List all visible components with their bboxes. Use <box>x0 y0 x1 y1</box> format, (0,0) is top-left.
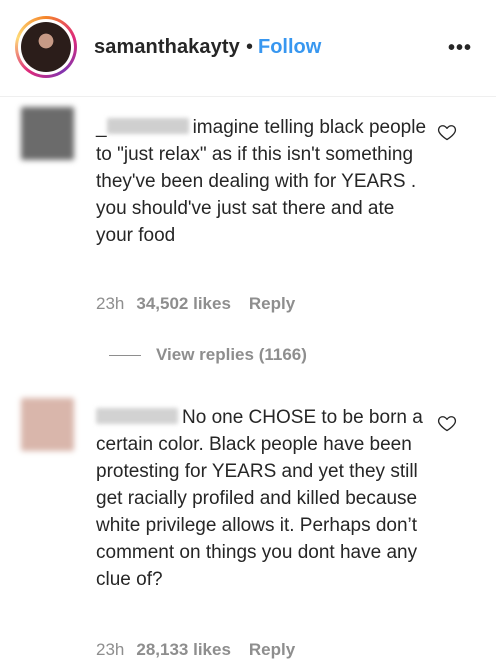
heart-icon[interactable] <box>437 122 457 142</box>
blurred-commenter-name[interactable] <box>96 408 178 424</box>
profile-avatar[interactable] <box>15 16 77 78</box>
commenter-avatar[interactable] <box>21 398 74 451</box>
heart-icon[interactable] <box>437 413 457 433</box>
view-replies-label[interactable]: View replies (1166) <box>156 345 307 365</box>
reply-button[interactable]: Reply <box>249 640 295 659</box>
follow-button[interactable]: Follow <box>258 36 321 59</box>
comment-likes[interactable]: 34,502 likes <box>136 294 231 313</box>
comment-body: No one CHOSE to be born a certain color.… <box>96 407 423 590</box>
post-header: samanthakayty • Follow ••• <box>0 0 496 97</box>
view-replies-divider <box>109 355 141 356</box>
comment-text: No one CHOSE to be born a certain color.… <box>96 404 426 593</box>
avatar-photo <box>21 22 71 72</box>
avatar-border <box>18 19 74 75</box>
comment-meta: 23h 28,133 likes Reply <box>96 640 295 660</box>
comment-body: imagine telling black people to "just re… <box>96 117 427 246</box>
commenter-avatar[interactable] <box>21 107 74 160</box>
comment-time[interactable]: 23h <box>96 294 124 313</box>
separator-dot: • <box>246 36 254 58</box>
username-link[interactable]: samanthakayty <box>94 36 240 59</box>
more-horizontal-icon[interactable]: ••• <box>448 38 474 58</box>
comment-time[interactable]: 23h <box>96 640 124 659</box>
commenter-name-prefix[interactable]: _ <box>96 117 107 138</box>
comment-text: _ imagine telling black people to "just r… <box>96 114 426 249</box>
comment-meta: 23h 34,502 likes Reply <box>96 294 295 314</box>
reply-button[interactable]: Reply <box>249 294 295 313</box>
blurred-commenter-name[interactable] <box>106 118 189 134</box>
comment-likes[interactable]: 28,133 likes <box>136 640 231 659</box>
